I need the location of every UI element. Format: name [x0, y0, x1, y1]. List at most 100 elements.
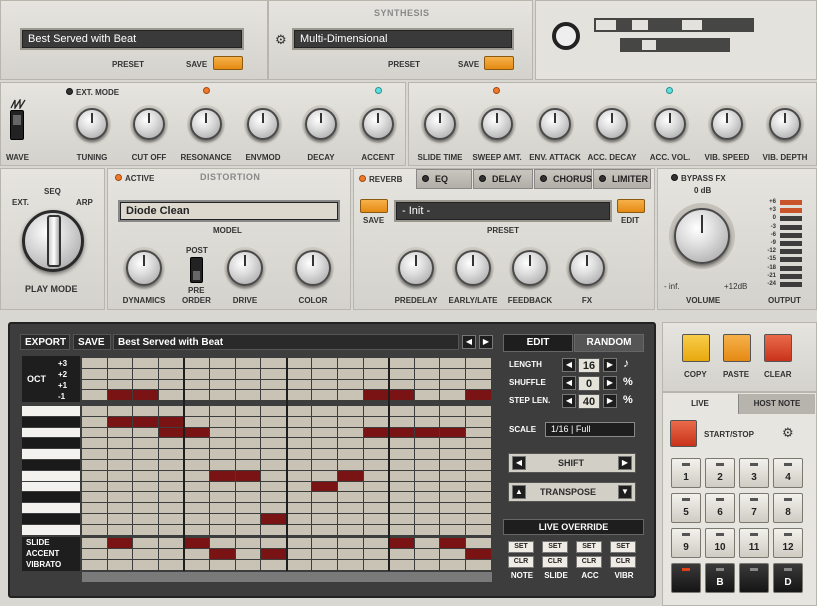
oct-cell[interactable]: [440, 390, 465, 401]
step-cell[interactable]: [210, 406, 235, 416]
piano-key[interactable]: [22, 406, 80, 416]
fx-save-button[interactable]: [360, 199, 388, 213]
step-cell[interactable]: [235, 492, 261, 503]
step-cell[interactable]: [440, 492, 465, 503]
pad-7[interactable]: 7: [739, 493, 769, 523]
slide-cell[interactable]: [312, 538, 337, 548]
step-cell[interactable]: [261, 438, 286, 449]
knob-predelay[interactable]: [398, 250, 434, 286]
piano-key[interactable]: [22, 492, 80, 503]
step-cell[interactable]: [286, 503, 312, 513]
vibrato-cell[interactable]: [184, 560, 209, 570]
oct-cell[interactable]: [107, 368, 133, 379]
oct-cell[interactable]: [466, 390, 491, 401]
step-cell[interactable]: [414, 449, 440, 459]
step-cell[interactable]: [389, 416, 414, 427]
step-cell[interactable]: [440, 524, 465, 535]
bypass-fx-led[interactable]: [671, 174, 678, 181]
oct-cell[interactable]: [235, 358, 261, 368]
step-cell[interactable]: [261, 503, 286, 513]
vibrato-cell[interactable]: [82, 560, 107, 570]
step-cell[interactable]: [338, 449, 363, 459]
step-cell[interactable]: [184, 438, 209, 449]
step-cell[interactable]: [389, 470, 414, 481]
step-cell[interactable]: [389, 481, 414, 492]
knob-env-attack[interactable]: [539, 108, 571, 140]
step-cell[interactable]: [158, 524, 184, 535]
vibrato-cell[interactable]: [440, 560, 465, 570]
vibrato-cell[interactable]: [312, 560, 337, 570]
oct-cell[interactable]: [82, 379, 107, 390]
knob-vib-depth[interactable]: [769, 108, 801, 140]
step-cell[interactable]: [158, 438, 184, 449]
oct-cell[interactable]: [312, 358, 337, 368]
knob-envmod[interactable]: [247, 108, 279, 140]
accent-cell[interactable]: [286, 549, 312, 559]
oct-cell[interactable]: [184, 368, 209, 379]
step-cell[interactable]: [261, 427, 286, 438]
slide-cell[interactable]: [440, 538, 465, 548]
pad-bottom-0[interactable]: [671, 563, 701, 593]
step-cell[interactable]: [184, 481, 209, 492]
oct-cell[interactable]: [158, 368, 184, 379]
step-cell[interactable]: [363, 514, 389, 524]
oct-cell[interactable]: [389, 379, 414, 390]
knob-acc-vol[interactable]: [654, 108, 686, 140]
reverb-led[interactable]: [359, 175, 366, 182]
step-cell[interactable]: [82, 438, 107, 449]
knob-vib-speed[interactable]: [711, 108, 743, 140]
oct-cell[interactable]: [338, 390, 363, 401]
scale-display[interactable]: 1/16 | Full: [545, 422, 635, 437]
oct-cell[interactable]: [158, 358, 184, 368]
step-cell[interactable]: [107, 470, 133, 481]
pad-8[interactable]: 8: [773, 493, 803, 523]
step-cell[interactable]: [466, 470, 491, 481]
step-cell[interactable]: [158, 406, 184, 416]
knob-dynamics[interactable]: [126, 250, 162, 286]
step-cell[interactable]: [210, 460, 235, 470]
step-cell[interactable]: [414, 460, 440, 470]
vibrato-cell[interactable]: [414, 560, 440, 570]
oct-cell[interactable]: [363, 368, 389, 379]
oct-cell[interactable]: [133, 390, 158, 401]
tab-delay[interactable]: DELAY: [473, 169, 533, 189]
tab-eq[interactable]: EQ: [416, 169, 472, 189]
accent-cell[interactable]: [184, 549, 209, 559]
step-cell[interactable]: [82, 481, 107, 492]
tab-limiter[interactable]: LIMITER: [593, 169, 651, 189]
accent-cell[interactable]: [261, 549, 286, 559]
oct-cell[interactable]: [107, 358, 133, 368]
oct-cell[interactable]: [286, 390, 312, 401]
slide-cell[interactable]: [414, 538, 440, 548]
knob-cut-off[interactable]: [133, 108, 165, 140]
step-cell[interactable]: [235, 406, 261, 416]
slide-cell[interactable]: [133, 538, 158, 548]
knob-resonance[interactable]: [190, 108, 222, 140]
oct-cell[interactable]: [133, 368, 158, 379]
length-dec[interactable]: ◀: [562, 358, 576, 372]
step-cell[interactable]: [466, 449, 491, 459]
piano-key[interactable]: [22, 524, 80, 535]
step-cell[interactable]: [440, 438, 465, 449]
step-cell[interactable]: [389, 492, 414, 503]
settings-gear-icon[interactable]: ⚙: [782, 425, 794, 441]
oct-cell[interactable]: [363, 358, 389, 368]
preset-name-display[interactable]: Best Served with Beat: [20, 28, 244, 50]
step-cell[interactable]: [338, 416, 363, 427]
step-cell[interactable]: [133, 492, 158, 503]
step-cell[interactable]: [363, 524, 389, 535]
oct-cell[interactable]: [466, 379, 491, 390]
accent-cell[interactable]: [440, 549, 465, 559]
step-cell[interactable]: [210, 449, 235, 459]
seq-scrollbar[interactable]: [82, 572, 492, 582]
oct-cell[interactable]: [414, 379, 440, 390]
step-cell[interactable]: [235, 449, 261, 459]
slide-cell[interactable]: [107, 538, 133, 548]
accent-cell[interactable]: [338, 549, 363, 559]
step-cell[interactable]: [82, 460, 107, 470]
shuffle-dec[interactable]: ◀: [562, 376, 576, 390]
step-cell[interactable]: [158, 514, 184, 524]
override-clr-button[interactable]: CLR: [610, 556, 636, 568]
oct-cell[interactable]: [286, 358, 312, 368]
step-cell[interactable]: [184, 449, 209, 459]
